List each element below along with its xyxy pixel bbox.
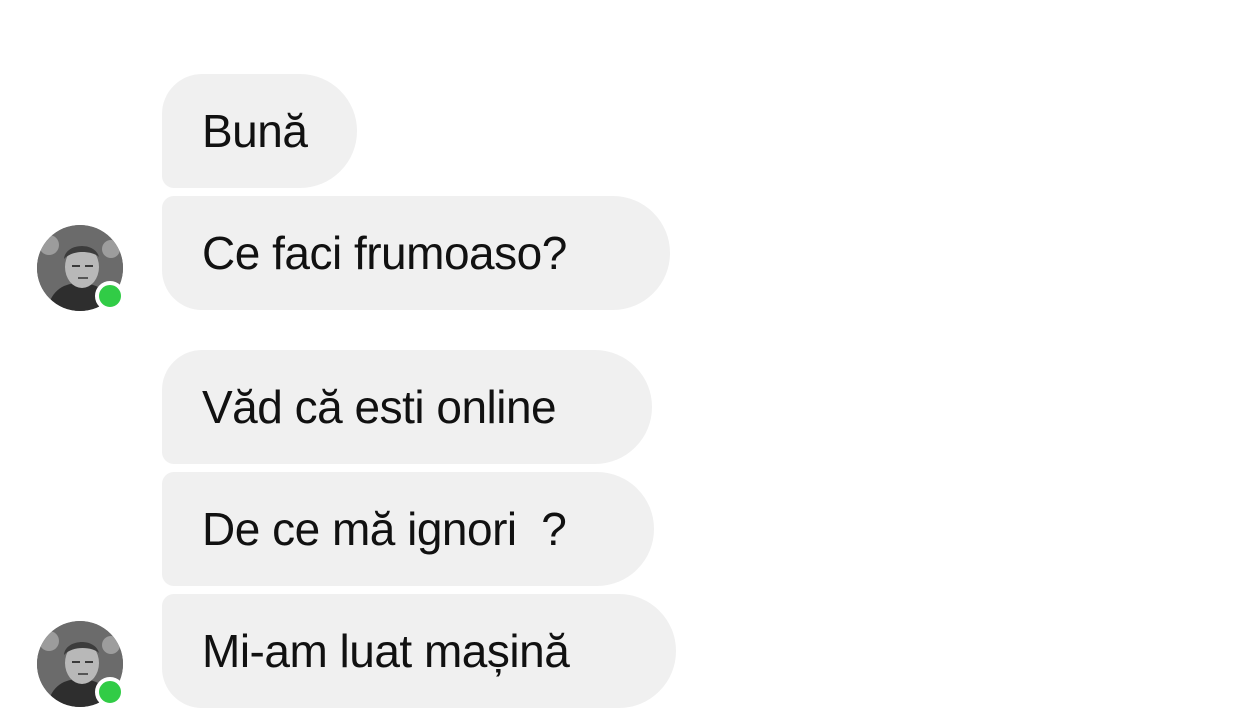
- online-status-icon: [95, 677, 125, 707]
- message-bubble[interactable]: Mi-am luat mașină: [162, 594, 676, 708]
- sender-avatar[interactable]: [37, 621, 125, 707]
- online-status-icon: [95, 281, 125, 311]
- chat-thread: Bună Ce faci frumoaso? Văd că esti onlin…: [0, 0, 1260, 709]
- message-bubble[interactable]: De ce mă ignori ?: [162, 472, 654, 586]
- message-bubble[interactable]: Bună: [162, 74, 357, 188]
- message-bubble[interactable]: Ce faci frumoaso?: [162, 196, 670, 310]
- message-bubble[interactable]: Văd că esti online: [162, 350, 652, 464]
- sender-avatar[interactable]: [37, 225, 125, 311]
